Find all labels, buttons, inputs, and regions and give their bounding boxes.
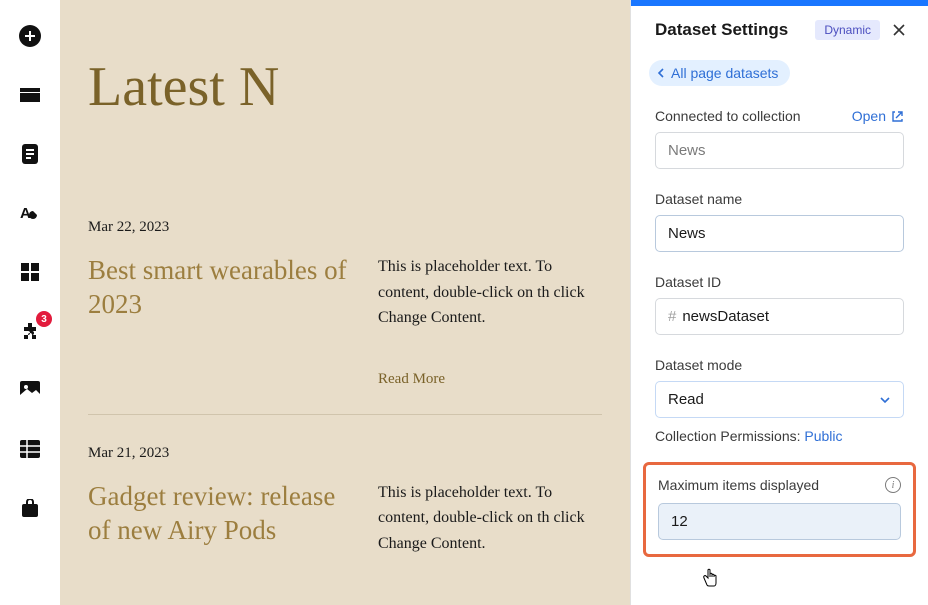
apps-icon[interactable] — [18, 260, 42, 284]
close-icon — [892, 23, 906, 37]
name-input[interactable] — [655, 215, 904, 252]
max-items-highlight: Maximum items displayed i — [643, 462, 916, 557]
theme-icon[interactable]: A — [18, 201, 42, 225]
read-more-link[interactable]: Read More — [378, 371, 602, 388]
field-connected: Connected to collection Open News — [655, 108, 904, 169]
field-mode: Dataset mode Read Collection Permissions… — [655, 357, 904, 444]
plugins-icon[interactable]: 3 — [18, 319, 42, 343]
field-id: Dataset ID # newsDataset — [655, 274, 904, 335]
left-toolbar: A 3 — [0, 0, 60, 605]
article-title: Best smart wearables of 2023 — [88, 254, 348, 388]
panel-body: Connected to collection Open News Datase… — [631, 90, 928, 444]
article-date: Mar 21, 2023 — [88, 445, 602, 462]
layers-icon[interactable] — [18, 83, 42, 107]
open-label: Open — [852, 108, 886, 124]
mode-select[interactable]: Read — [655, 381, 904, 418]
id-label: Dataset ID — [655, 274, 904, 290]
close-button[interactable] — [890, 21, 908, 39]
chevron-down-icon — [879, 396, 891, 404]
id-value: newsDataset — [682, 308, 769, 325]
perm-label: Collection Permissions: — [655, 428, 804, 444]
badge-count: 3 — [36, 311, 52, 327]
table-icon[interactable] — [18, 437, 42, 461]
mode-value: Read — [668, 391, 704, 408]
panel-title: Dataset Settings — [655, 20, 805, 40]
add-button[interactable] — [18, 24, 42, 48]
info-icon[interactable]: i — [885, 477, 901, 493]
mode-label: Dataset mode — [655, 357, 904, 373]
article-title: Gadget review: release of new Airy Pods — [88, 480, 348, 557]
id-input[interactable]: # newsDataset — [655, 298, 904, 335]
article-body: This is placeholder text. To content, do… — [378, 480, 602, 557]
hash-prefix: # — [668, 308, 676, 325]
name-label: Dataset name — [655, 191, 904, 207]
permissions-row: Collection Permissions: Public — [655, 428, 904, 444]
panel-header: Dataset Settings Dynamic — [631, 6, 928, 54]
article-body: This is placeholder text. To content, do… — [378, 254, 602, 331]
media-icon[interactable] — [18, 378, 42, 402]
article-item: Mar 22, 2023 Best smart wearables of 202… — [88, 189, 602, 415]
open-collection-link[interactable]: Open — [852, 108, 904, 124]
article-date: Mar 22, 2023 — [88, 219, 602, 236]
chevron-left-icon — [657, 67, 665, 79]
breadcrumb-text: All page datasets — [671, 65, 778, 81]
connected-label: Connected to collection — [655, 108, 801, 124]
perm-link[interactable]: Public — [804, 428, 842, 444]
max-label: Maximum items displayed — [658, 477, 819, 493]
collection-input[interactable]: News — [655, 132, 904, 169]
page-heading: Latest N — [88, 55, 602, 119]
store-icon[interactable] — [18, 496, 42, 520]
editor-canvas: Latest N Mar 22, 2023 Best smart wearabl… — [60, 0, 630, 605]
breadcrumb-link[interactable]: All page datasets — [649, 60, 790, 86]
dynamic-pill: Dynamic — [815, 20, 880, 40]
max-items-input[interactable] — [658, 503, 901, 540]
article-item: Mar 21, 2023 Gadget review: release of n… — [88, 415, 602, 583]
breadcrumb: All page datasets — [649, 60, 910, 86]
external-link-icon — [891, 110, 904, 123]
field-name: Dataset name — [655, 191, 904, 252]
settings-panel: Dataset Settings Dynamic All page datase… — [630, 0, 928, 605]
pages-icon[interactable] — [18, 142, 42, 166]
